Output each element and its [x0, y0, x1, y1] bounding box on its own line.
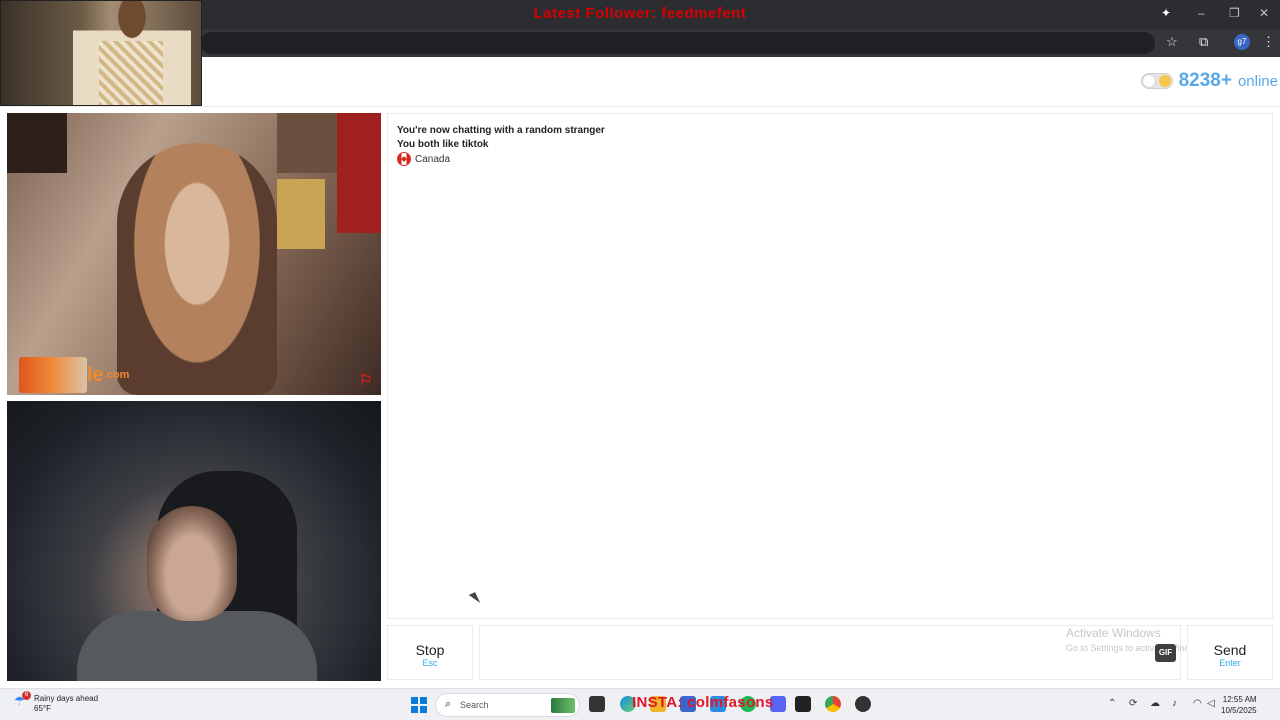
sync-icon[interactable]: ⟳ — [1129, 698, 1137, 709]
stranger-video: le .com ⚐ — [7, 113, 381, 395]
send-label: Send — [1213, 642, 1247, 658]
chat-log: You're now chatting with a random strang… — [387, 113, 1273, 619]
star-icon[interactable]: ☆ — [1166, 34, 1178, 50]
address-bar[interactable] — [200, 32, 1155, 54]
weather-temp: 65°F — [34, 704, 51, 713]
profile-icon[interactable]: g7 — [1234, 34, 1250, 50]
logo-text: le — [87, 363, 104, 386]
chrome-icon[interactable] — [825, 696, 841, 712]
notification-badge: 6 — [22, 691, 31, 700]
stop-hint: Esc — [422, 658, 438, 668]
sparkle-icon[interactable]: ✦ — [1161, 6, 1171, 20]
canada-flag-icon — [397, 152, 411, 166]
self-figure — [147, 506, 237, 621]
stop-button[interactable]: Stop Esc — [387, 625, 473, 680]
send-button[interactable]: Send Enter — [1187, 625, 1273, 680]
onedrive-icon[interactable]: ☁ — [1150, 698, 1160, 709]
system-clock[interactable]: 12:55 AM 10/5/2025 — [1221, 694, 1257, 716]
search-highlight-image — [551, 698, 575, 713]
obs-icon[interactable] — [855, 696, 871, 712]
stranger-country: Canada — [397, 152, 450, 166]
report-flag-icon[interactable]: ⚐ — [359, 373, 375, 389]
wall-poster — [277, 113, 337, 173]
logo-avatar — [19, 357, 87, 393]
common-interest-message: You both like tiktok — [397, 139, 489, 150]
streamer-webcam-overlay — [0, 0, 202, 106]
chevron-up-icon[interactable]: ⌃ — [1108, 698, 1116, 709]
stranger-figure — [117, 143, 277, 395]
wall-poster — [7, 113, 67, 173]
rain-icon: ☂ 6 — [14, 691, 31, 708]
send-hint: Enter — [1219, 658, 1241, 668]
cast-icon[interactable]: ⧉ — [1199, 34, 1208, 50]
site-logo-overlay: le .com — [19, 357, 129, 393]
insta-overlay-text: INSTA: colmfasons — [632, 694, 774, 711]
wall-poster — [337, 113, 381, 233]
system-message: You're now chatting with a random strang… — [397, 125, 605, 136]
clock-date: 10/5/2025 — [1221, 706, 1257, 715]
activate-windows-title: Activate Windows — [1066, 626, 1161, 640]
gif-button[interactable]: GIF — [1155, 644, 1176, 662]
self-hoodie — [77, 611, 317, 681]
maximize-button[interactable]: ❐ — [1229, 6, 1240, 20]
online-label: online — [1237, 72, 1278, 90]
country-label: Canada — [415, 153, 451, 165]
taskbar: ☂ 6 Rainy days ahead 65°F ⌕ Search INSTA… — [0, 688, 1280, 720]
windows-start-icon[interactable] — [411, 697, 427, 713]
weather-text: Rainy days ahead 65°F — [34, 694, 98, 714]
clock-time: 12:55 AM — [1222, 695, 1257, 704]
volume-icon[interactable]: ◁ — [1207, 698, 1215, 709]
streamer-shirt — [99, 41, 163, 105]
taskbar-search[interactable]: ⌕ Search — [435, 693, 580, 717]
menu-icon[interactable]: ⋮ — [1262, 34, 1275, 50]
online-indicator: 8238+ online — [1140, 70, 1278, 92]
search-icon: ⌕ — [445, 698, 452, 710]
weather-summary: Rainy days ahead — [34, 694, 99, 703]
logo-domain: .com — [103, 369, 130, 381]
mic-icon[interactable]: ♪ — [1172, 698, 1177, 709]
close-button[interactable]: ✕ — [1259, 6, 1269, 20]
weather-widget[interactable]: ☂ 6 Rainy days ahead 65°F — [14, 691, 98, 714]
minimize-button[interactable]: – — [1198, 6, 1205, 20]
stop-label: Stop — [415, 642, 445, 658]
search-placeholder: Search — [460, 700, 489, 710]
online-count: 8238+ — [1178, 70, 1232, 91]
app-icon[interactable] — [795, 696, 811, 712]
task-view-icon[interactable] — [589, 696, 605, 712]
wall-poster — [277, 179, 325, 249]
theme-toggle[interactable] — [1140, 73, 1173, 89]
wifi-icon[interactable]: ◠ — [1193, 698, 1202, 709]
header-divider — [0, 106, 1280, 107]
self-video — [7, 401, 381, 681]
